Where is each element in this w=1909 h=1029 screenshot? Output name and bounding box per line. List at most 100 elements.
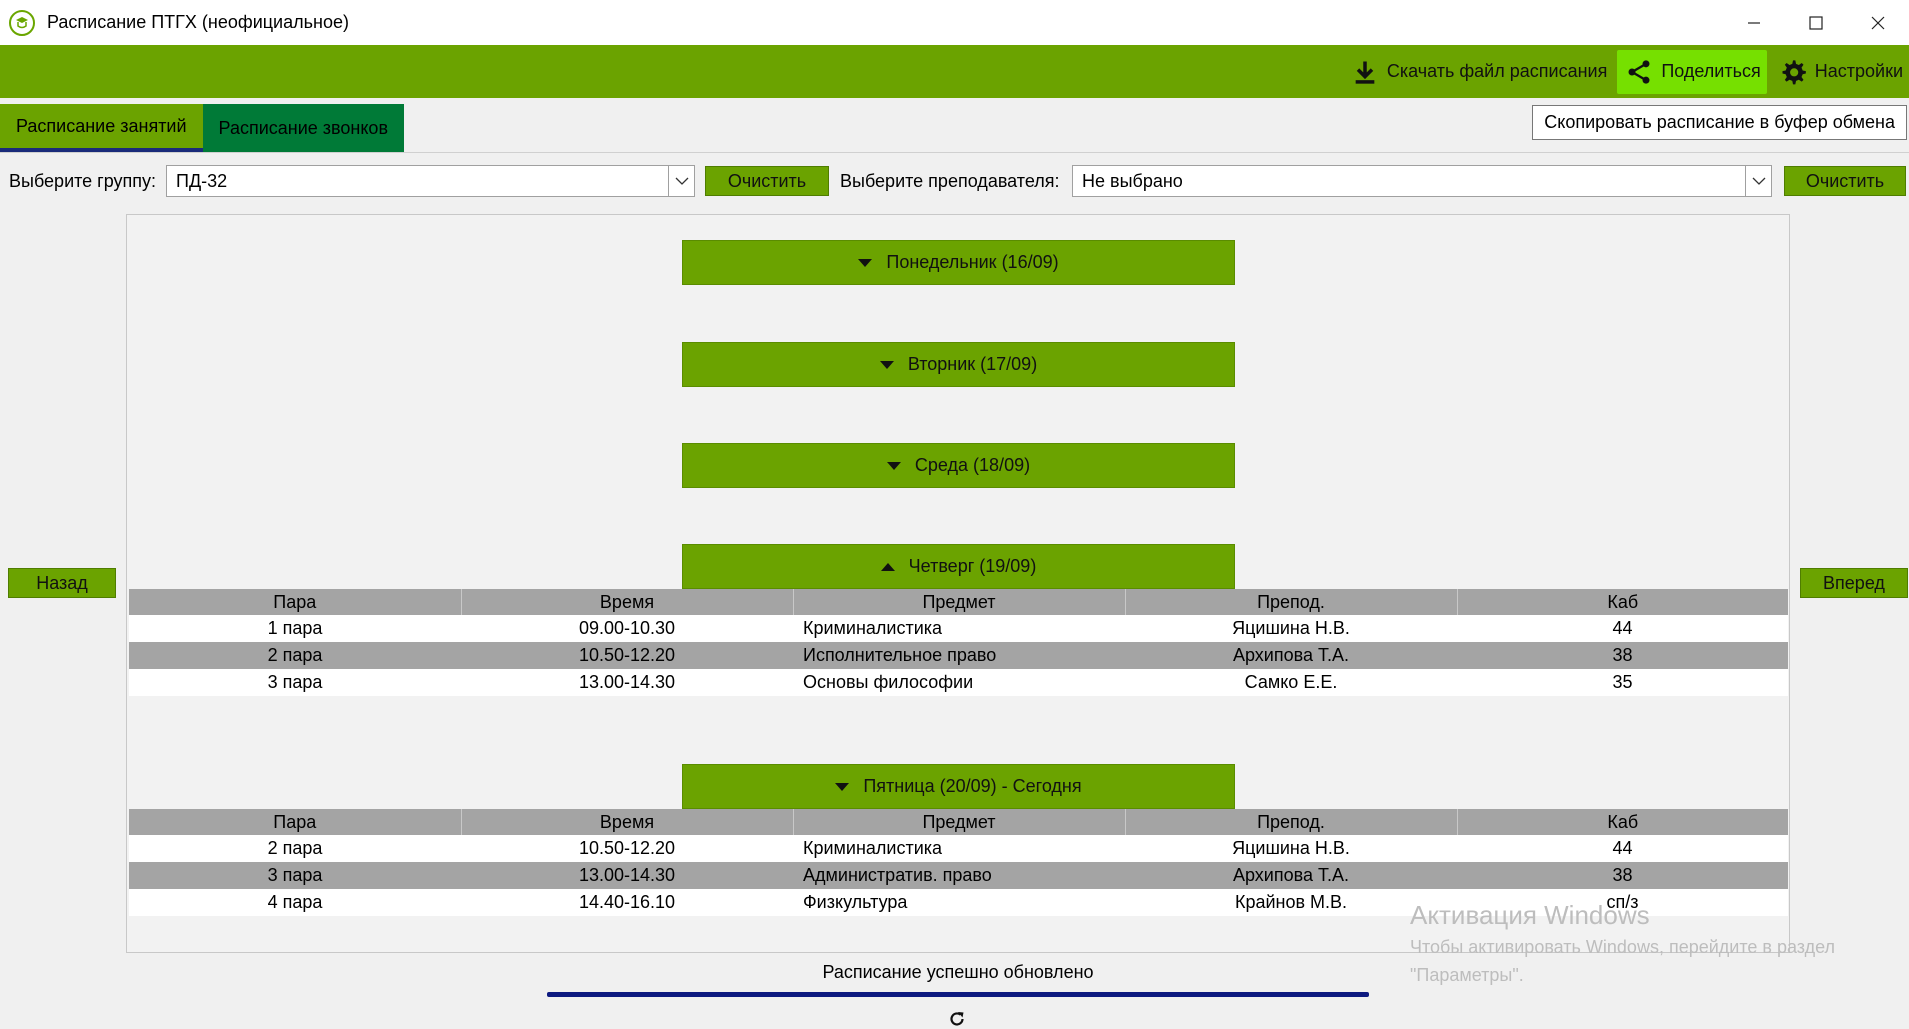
header-pair: Пара xyxy=(129,589,462,615)
watermark-line-1: Чтобы активировать Windows, перейдите в … xyxy=(1410,937,1836,957)
cell-time: 10.50-12.20 xyxy=(461,835,793,862)
maximize-icon xyxy=(1809,15,1823,30)
share-label: Поделиться xyxy=(1661,61,1761,81)
table-row: 1 пара 09.00-10.30 Криминалистика Яцишин… xyxy=(129,615,1788,642)
teacher-select-label: Выберите преподавателя: xyxy=(840,171,1060,191)
cell-pair: 3 пара xyxy=(129,669,461,696)
cell-time: 10.50-12.20 xyxy=(461,642,793,669)
caret-down-icon xyxy=(858,258,873,267)
cell-room: 38 xyxy=(1457,642,1788,669)
chevron-down-icon[interactable] xyxy=(668,166,694,196)
cell-pair: 1 пара xyxy=(129,615,461,642)
day-label: Вторник (17/09) xyxy=(907,354,1038,374)
window-title: Расписание ПТГХ (неофициальное) xyxy=(47,12,349,32)
cell-time: 13.00-14.30 xyxy=(461,862,793,889)
day-wednesday-toggle[interactable]: Среда (18/09) xyxy=(682,443,1235,488)
header-subject: Предмет xyxy=(793,809,1126,835)
cell-teacher: Яцишина Н.В. xyxy=(1125,615,1457,642)
minimize-button[interactable] xyxy=(1723,0,1785,45)
table-row: 2 пара 10.50-12.20 Исполнительное право … xyxy=(129,642,1788,669)
header-teacher: Препод. xyxy=(1125,589,1458,615)
cell-pair: 4 пара xyxy=(129,889,461,916)
clear-group-button[interactable]: Очистить xyxy=(705,166,829,196)
group-select-label: Выберите группу: xyxy=(9,171,157,191)
day-friday-toggle[interactable]: Пятница (20/09) - Сегодня xyxy=(682,764,1235,809)
cell-pair: 2 пара xyxy=(129,642,461,669)
table-header-row: Пара Время Предмет Препод. Каб xyxy=(129,809,1788,835)
cell-time: 09.00-10.30 xyxy=(461,615,793,642)
cell-pair: 3 пара xyxy=(129,862,461,889)
share-button[interactable]: Поделиться xyxy=(1617,49,1767,94)
teacher-select-value: Не выбрано xyxy=(1082,170,1183,191)
clear-teacher-button[interactable]: Очистить xyxy=(1784,166,1906,196)
title-bar: Расписание ПТГХ (неофициальное) xyxy=(0,0,1909,45)
chevron-down-icon[interactable] xyxy=(1745,166,1771,196)
thursday-schedule-table: Пара Время Предмет Препод. Каб 1 пара 09… xyxy=(129,589,1788,696)
tab-bells-schedule[interactable]: Расписание звонков xyxy=(202,104,404,152)
forward-button[interactable]: Вперед xyxy=(1800,568,1908,598)
cell-subject: Административ. право xyxy=(793,862,1125,889)
header-time: Время xyxy=(461,809,794,835)
day-tuesday-toggle[interactable]: Вторник (17/09) xyxy=(682,342,1235,387)
cell-subject: Физкультура xyxy=(793,889,1125,916)
table-header-row: Пара Время Предмет Препод. Каб xyxy=(129,589,1788,615)
day-label: Пятница (20/09) - Сегодня xyxy=(863,776,1082,796)
caret-down-icon xyxy=(835,782,850,791)
table-row: 3 пара 13.00-14.30 Основы философии Самк… xyxy=(129,669,1788,696)
tab-divider xyxy=(0,152,1909,153)
header-room: Каб xyxy=(1457,589,1788,615)
close-icon xyxy=(1871,16,1885,29)
tab-lessons-schedule[interactable]: Расписание занятий xyxy=(0,104,203,152)
table-row: 2 пара 10.50-12.20 Криминалистика Яцишин… xyxy=(129,835,1788,862)
windows-activation-watermark: Активация Windows Чтобы активировать Win… xyxy=(1410,900,1835,987)
status-progress-bar xyxy=(547,992,1369,997)
group-select-value: ПД-32 xyxy=(176,170,228,191)
day-thursday-toggle[interactable]: Четверг (19/09) xyxy=(682,544,1235,589)
teacher-select[interactable]: Не выбрано xyxy=(1072,165,1772,197)
download-schedule-button[interactable]: Скачать файл расписания xyxy=(1343,50,1613,94)
day-label: Четверг (19/09) xyxy=(908,556,1037,576)
header-pair: Пара xyxy=(129,809,462,835)
cell-teacher: Крайнов М.В. xyxy=(1125,889,1457,916)
cell-room: 44 xyxy=(1457,615,1788,642)
day-label: Среда (18/09) xyxy=(914,455,1031,475)
cell-teacher: Архипова Т.А. xyxy=(1125,862,1457,889)
close-button[interactable] xyxy=(1847,0,1909,45)
cell-room: 44 xyxy=(1457,835,1788,862)
back-button[interactable]: Назад xyxy=(8,568,116,598)
filter-row: Выберите группу: ПД-32 Очистить Выберите… xyxy=(0,165,1909,197)
cell-teacher: Архипова Т.А. xyxy=(1125,642,1457,669)
cell-pair: 2 пара xyxy=(129,835,461,862)
download-label: Скачать файл расписания xyxy=(1386,61,1608,81)
cell-time: 13.00-14.30 xyxy=(461,669,793,696)
cell-room: 38 xyxy=(1457,862,1788,889)
main-toolbar: Скачать файл расписания Поделиться Настр… xyxy=(0,45,1909,98)
header-subject: Предмет xyxy=(793,589,1126,615)
gear-icon xyxy=(1782,59,1806,84)
caret-down-icon xyxy=(879,360,894,369)
day-label: Понедельник (16/09) xyxy=(886,252,1059,272)
cell-time: 14.40-16.10 xyxy=(461,889,793,916)
schedule-panel[interactable]: Понедельник (16/09) Вторник (17/09) Сред… xyxy=(126,214,1790,953)
settings-label: Настройки xyxy=(1814,61,1903,81)
day-monday-toggle[interactable]: Понедельник (16/09) xyxy=(682,240,1235,285)
cell-room: 35 xyxy=(1457,669,1788,696)
cell-subject: Основы философии xyxy=(793,669,1125,696)
cell-subject: Криминалистика xyxy=(793,835,1125,862)
cell-teacher: Самко Е.Е. xyxy=(1125,669,1457,696)
minimize-icon xyxy=(1748,21,1760,24)
header-time: Время xyxy=(461,589,794,615)
header-teacher: Препод. xyxy=(1125,809,1458,835)
share-icon xyxy=(1628,59,1650,84)
maximize-button[interactable] xyxy=(1785,0,1847,45)
caret-down-icon xyxy=(886,461,901,470)
table-row: 3 пара 13.00-14.30 Административ. право … xyxy=(129,862,1788,889)
watermark-title: Активация Windows xyxy=(1410,900,1650,930)
caret-up-icon xyxy=(880,562,895,571)
cell-teacher: Яцишина Н.В. xyxy=(1125,835,1457,862)
refresh-icon[interactable] xyxy=(947,1009,967,1029)
header-room: Каб xyxy=(1457,809,1788,835)
settings-button[interactable]: Настройки xyxy=(1771,50,1909,94)
copy-to-clipboard-tooltip: Скопировать расписание в буфер обмена xyxy=(1532,105,1907,140)
group-select[interactable]: ПД-32 xyxy=(166,165,695,197)
